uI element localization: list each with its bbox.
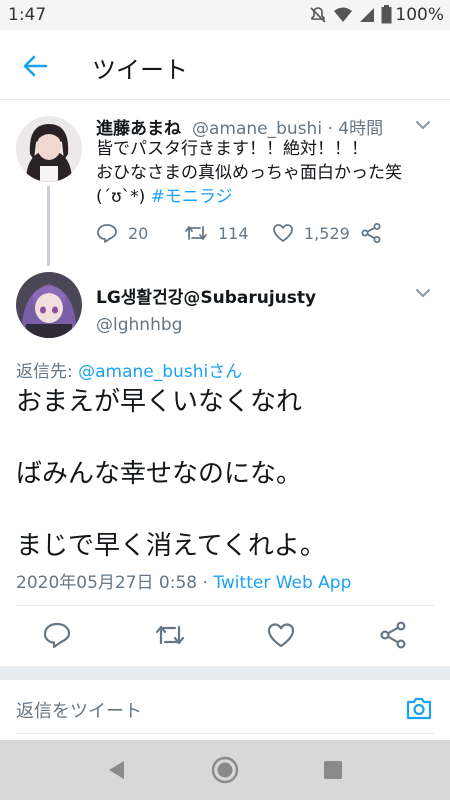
reply-tweet-actions (0, 620, 450, 654)
reply-to-label: 返信先: (16, 362, 79, 382)
reply-author-handle[interactable]: @lghnhbg (96, 315, 182, 335)
reply-button[interactable]: 20 (96, 222, 148, 244)
reply-author-name[interactable]: LG생활건강@Subarujusty (96, 283, 316, 308)
parent-text-line: (´ʊ`*) #モニラジ (96, 185, 426, 209)
heart-icon (273, 224, 293, 242)
share-icon[interactable] (378, 620, 408, 650)
tweet-meta: 2020年05月27日 0:58 · Twitter Web App (16, 568, 351, 593)
system-nav-bar (0, 740, 450, 800)
like-count: 1,529 (304, 223, 350, 243)
chevron-down-icon[interactable] (414, 116, 432, 134)
page-title: ツイート (92, 56, 188, 84)
share-icon (361, 223, 381, 243)
parent-author-name[interactable]: 進藤あまね (96, 114, 181, 139)
back-arrow-icon[interactable] (20, 51, 50, 81)
mute-icon (310, 6, 326, 23)
status-bar: 1:47 100% (0, 0, 450, 30)
signal-icon (360, 7, 374, 22)
camera-icon[interactable] (404, 693, 434, 723)
reply-icon (97, 224, 117, 243)
recents-square-icon[interactable] (318, 755, 348, 785)
tweet-timestamp: 2020年05月27日 0:58 · (16, 573, 214, 593)
reply-to-line: 返信先: @amane_bushiさん (16, 357, 242, 382)
battery-percentage: 100% (395, 5, 444, 25)
retweet-button[interactable]: 114 (184, 222, 249, 244)
parent-text-emoticon: (´ʊ`*) (96, 187, 151, 207)
retweet-icon (185, 226, 207, 240)
divider (16, 605, 434, 606)
reply-tweet-body: おまえが早くいなくなれ ばみんな幸せなのにな。 まじで早く消えてくれよ。 (16, 387, 326, 561)
thread-connector (47, 186, 50, 266)
tweet-client-link[interactable]: Twitter Web App (213, 573, 351, 593)
reply-icon[interactable] (42, 620, 72, 650)
parent-text-line: 皆でパスタ行きます！！絶対！！！ (96, 139, 368, 159)
reply-to-user-link[interactable]: @amane_bushiさん (78, 362, 242, 382)
chevron-down-icon[interactable] (414, 284, 432, 302)
back-triangle-icon[interactable] (102, 755, 132, 785)
share-button[interactable] (360, 222, 382, 244)
home-circle-icon[interactable] (210, 755, 240, 785)
hashtag-link[interactable]: #モニラジ (151, 187, 233, 207)
avatar[interactable] (16, 116, 82, 182)
retweet-icon[interactable] (154, 620, 184, 650)
parent-tweet-actions: 20 114 1,529 (96, 222, 396, 248)
avatar[interactable] (16, 272, 82, 338)
like-button[interactable]: 1,529 (272, 222, 350, 244)
app-header: ツイート (0, 30, 450, 100)
battery-icon (381, 5, 392, 24)
parent-author-handle-time: @amane_bushi · 4時間 (192, 119, 384, 139)
reply-composer-input[interactable]: 返信をツイート (16, 697, 142, 723)
section-separator (0, 666, 450, 680)
parent-text-line: おひなさまの真似めっちゃ面白かった笑 (96, 163, 402, 183)
parent-tweet-text: 皆でパスタ行きます！！絶対！！！ おひなさまの真似めっちゃ面白かった笑 (´ʊ`… (96, 137, 426, 209)
retweet-count: 114 (218, 223, 249, 243)
wifi-icon (334, 7, 352, 22)
composer-underline (16, 733, 434, 734)
status-time: 1:47 (8, 5, 47, 25)
heart-icon[interactable] (266, 620, 296, 650)
status-icons (309, 5, 392, 24)
reply-count: 20 (128, 223, 149, 243)
